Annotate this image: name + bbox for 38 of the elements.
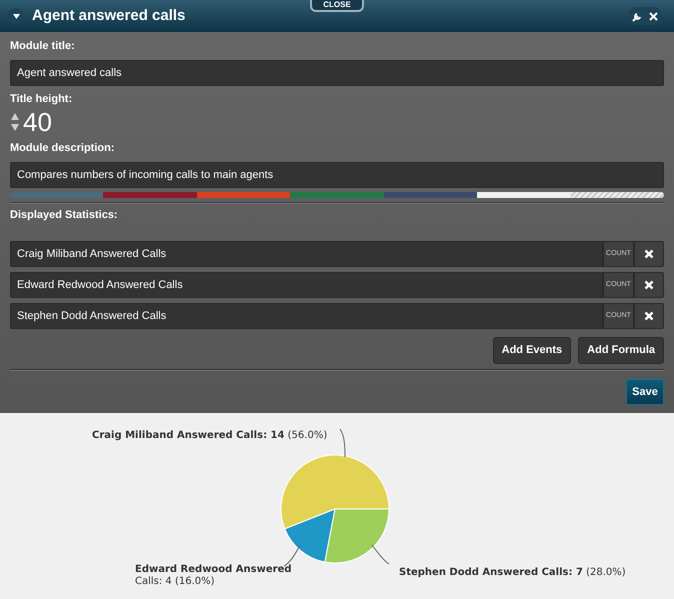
action-button[interactable]: Add Events	[492, 337, 572, 364]
stepper-arrows-icon[interactable]	[10, 111, 20, 133]
color-swatch[interactable]	[477, 192, 571, 198]
chart-label: Craig Miliband Answered Calls: 14 (56.0%)	[92, 429, 328, 443]
close-icon[interactable]	[649, 12, 658, 20]
statistic-field[interactable]: Stephen Dodd Answered Calls	[10, 303, 603, 329]
text-field[interactable]: Compares numbers of incoming calls to main agents	[10, 162, 664, 188]
color-swatch[interactable]	[103, 192, 197, 198]
close-icon	[644, 311, 654, 321]
remove-button[interactable]	[634, 272, 664, 298]
caret-icon	[12, 14, 20, 18]
color-swatch[interactable]	[10, 192, 104, 198]
field-label: Displayed Statistics:	[10, 210, 119, 221]
title-height-value: 40	[23, 109, 52, 135]
close-tab[interactable]: CLOSE	[310, 0, 364, 12]
wrench-icon[interactable]	[632, 10, 643, 22]
color-swatch[interactable]	[290, 192, 384, 198]
chart-label: Edward Redwood Answered Calls: 4 (16.0%)	[135, 564, 293, 588]
color-swatch[interactable]	[384, 192, 478, 198]
window-title: Agent answered calls	[32, 6, 186, 26]
color-swatch[interactable]	[196, 192, 290, 198]
save-button[interactable]: Save	[626, 379, 664, 405]
leader-line	[372, 544, 390, 564]
action-button[interactable]: Add Formula	[578, 337, 664, 364]
field-label: Module description:	[10, 143, 116, 154]
color-swatch[interactable]	[570, 192, 664, 198]
chart-label: Stephen Dodd Answered Calls: 7 (28.0%)	[399, 566, 626, 580]
remove-button[interactable]	[634, 241, 664, 267]
statistic-field[interactable]: Edward Redwood Answered Calls	[10, 272, 603, 298]
close-icon	[644, 280, 654, 290]
leader-line	[340, 428, 346, 458]
text-field[interactable]: Agent answered calls	[10, 60, 664, 86]
close-icon	[644, 249, 654, 259]
statistic-field[interactable]: Craig Miliband Answered Calls	[10, 241, 603, 267]
field-label: Module title:	[10, 41, 76, 52]
collapse-button[interactable]	[8, 8, 24, 24]
remove-button[interactable]	[634, 303, 664, 329]
field-label: Title height:	[10, 94, 74, 105]
